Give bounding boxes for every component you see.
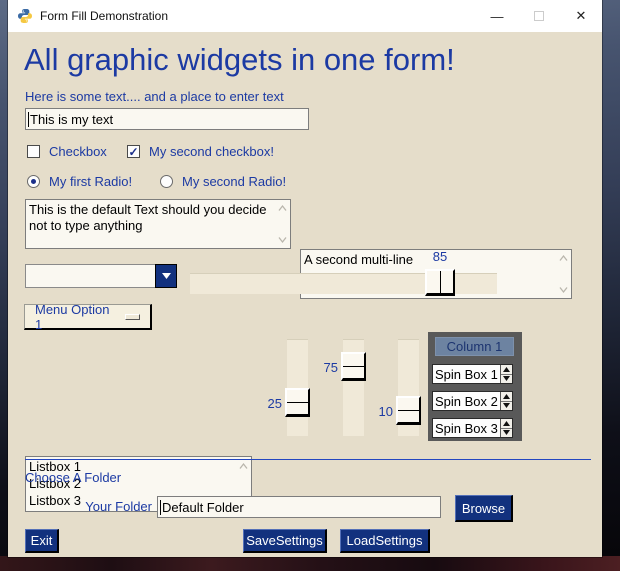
text-input-value: This is my text <box>30 112 113 127</box>
spin-box-3-value[interactable]: Spin Box 3 <box>433 419 500 437</box>
triangle-up-icon <box>503 394 510 399</box>
triangle-up-icon <box>503 367 510 372</box>
scroll-down-icon[interactable] <box>277 236 288 244</box>
radio-1[interactable] <box>27 175 40 188</box>
table-column-header[interactable]: Column 1 <box>435 337 514 356</box>
v-slider-3-value: 10 <box>369 404 393 419</box>
table-frame: Column 1 Spin Box 1 Spin Box 2 <box>428 332 522 441</box>
checkbox-1-label[interactable]: Checkbox <box>49 144 107 159</box>
menu-option-button[interactable]: Menu Option 1 <box>24 304 152 330</box>
h-slider-value: 85 <box>420 249 460 264</box>
scroll-up-icon[interactable] <box>238 462 249 470</box>
combo-dropdown-button[interactable] <box>155 264 177 288</box>
spin-up-button[interactable] <box>501 365 512 375</box>
window-title: Form Fill Demonstration <box>40 9 168 23</box>
spinner <box>500 419 512 437</box>
titlebar[interactable]: Form Fill Demonstration — ✕ <box>8 0 602 32</box>
minimize-icon: — <box>491 9 504 24</box>
spin-down-button[interactable] <box>501 429 512 438</box>
section-divider <box>25 459 591 460</box>
chevron-down-icon <box>162 273 171 279</box>
spin-down-button[interactable] <box>501 375 512 384</box>
v-slider-handle-line <box>398 410 419 411</box>
menu-option-label: Menu Option 1 <box>35 302 111 332</box>
exit-button[interactable]: Exit <box>25 529 59 553</box>
v-slider-1-value: 25 <box>258 396 282 411</box>
minimize-button[interactable]: — <box>476 0 518 32</box>
v-slider-1-handle[interactable] <box>285 388 310 417</box>
close-button[interactable]: ✕ <box>560 0 602 32</box>
spinner <box>500 365 512 383</box>
radio-1-dot <box>31 179 36 184</box>
intro-text: Here is some text.... and a place to ent… <box>25 89 284 104</box>
menu-indicator-icon <box>125 314 140 320</box>
save-settings-button[interactable]: SaveSettings <box>243 529 327 553</box>
folder-field-label: Your Folder <box>68 499 152 514</box>
triangle-down-icon <box>503 403 510 408</box>
spin-box-1[interactable]: Spin Box 1 <box>432 364 513 384</box>
triangle-up-icon <box>503 421 510 426</box>
multiline-2-text: A second multi-line <box>304 252 413 267</box>
text-input[interactable]: This is my text <box>25 108 309 130</box>
checkbox-1[interactable] <box>27 145 40 158</box>
v-slider-handle-line <box>287 402 308 403</box>
h-slider-handle-line <box>440 271 441 293</box>
v-slider-2-handle[interactable] <box>341 352 366 381</box>
multiline-input-1[interactable]: This is the default Text should you deci… <box>25 199 291 249</box>
folder-input-value: Default Folder <box>162 500 244 515</box>
spin-down-button[interactable] <box>501 402 512 411</box>
scroll-up-icon[interactable] <box>277 204 288 212</box>
text-caret <box>28 112 29 127</box>
check-icon: ✓ <box>128 146 138 158</box>
spinner <box>500 392 512 410</box>
browse-button[interactable]: Browse <box>455 495 513 522</box>
spin-up-button[interactable] <box>501 419 512 429</box>
triangle-down-icon <box>503 430 510 435</box>
spin-box-2[interactable]: Spin Box 2 <box>432 391 513 411</box>
load-settings-button[interactable]: LoadSettings <box>340 529 430 553</box>
radio-1-label[interactable]: My first Radio! <box>49 174 132 189</box>
v-slider-3-handle[interactable] <box>396 396 421 425</box>
triangle-down-icon <box>503 376 510 381</box>
desktop-background: Form Fill Demonstration — ✕ All graphic … <box>0 0 620 571</box>
spin-box-2-value[interactable]: Spin Box 2 <box>433 392 500 410</box>
page-title: All graphic widgets in one form! <box>24 42 455 78</box>
spin-up-button[interactable] <box>501 392 512 402</box>
v-slider-handle-line <box>343 366 364 367</box>
v-slider-2-value: 75 <box>314 360 338 375</box>
spin-box-1-value[interactable]: Spin Box 1 <box>433 365 500 383</box>
python-logo-icon <box>17 8 33 24</box>
radio-2[interactable] <box>160 175 173 188</box>
titlebar-controls: — ✕ <box>476 0 602 32</box>
checkbox-2-label[interactable]: My second checkbox! <box>149 144 274 159</box>
checkbox-2[interactable]: ✓ <box>127 145 140 158</box>
text-caret <box>160 500 161 515</box>
combo-value[interactable] <box>25 264 155 288</box>
scroll-up-icon[interactable] <box>558 254 569 262</box>
close-icon: ✕ <box>576 8 587 24</box>
multiline-1-text: This is the default Text should you deci… <box>29 202 267 233</box>
desktop-bottom-strip <box>0 556 620 571</box>
combo-box[interactable] <box>25 264 177 288</box>
spin-box-3[interactable]: Spin Box 3 <box>432 418 513 438</box>
maximize-button[interactable] <box>518 0 560 32</box>
folder-input[interactable]: Default Folder <box>157 496 441 518</box>
form-body: All graphic widgets in one form! Here is… <box>8 32 602 557</box>
h-slider-handle[interactable] <box>425 269 455 296</box>
app-window: Form Fill Demonstration — ✕ All graphic … <box>8 0 602 557</box>
scroll-down-icon[interactable] <box>558 286 569 294</box>
maximize-icon <box>534 11 544 21</box>
radio-2-label[interactable]: My second Radio! <box>182 174 286 189</box>
folder-section-title: Choose A Folder <box>25 470 121 485</box>
